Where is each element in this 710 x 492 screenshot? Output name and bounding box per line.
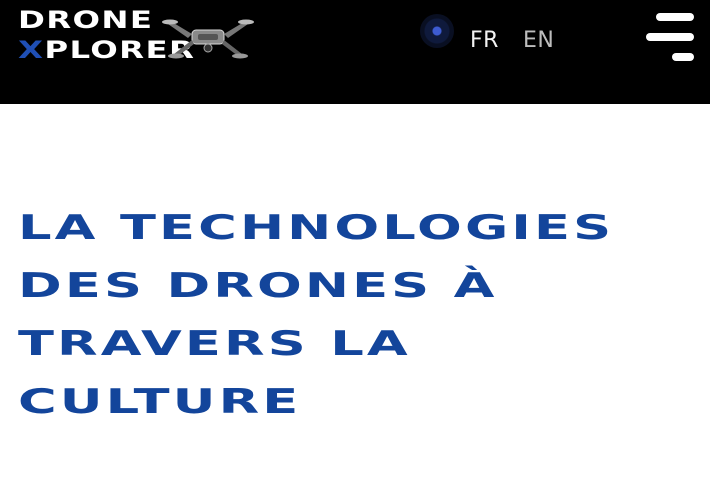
menu-bar-top bbox=[656, 13, 694, 21]
hamburger-menu-icon[interactable] bbox=[646, 13, 696, 61]
drone-xplorer-logo[interactable]: DRONE XPLORER bbox=[14, 6, 254, 70]
menu-bar-bottom bbox=[672, 53, 694, 61]
hero-title-line: TRAVERS LA bbox=[18, 324, 411, 364]
logo-text-line1: DRONE bbox=[18, 6, 154, 34]
hero-title-line: DES DRONES À bbox=[18, 266, 498, 306]
drone-icon bbox=[162, 19, 254, 59]
hero-title-line: CULTURE bbox=[18, 382, 302, 422]
language-en-link[interactable]: EN bbox=[523, 28, 554, 53]
language-fr-link[interactable]: FR bbox=[470, 28, 499, 53]
hero-title-line: LA TECHNOLOGIES bbox=[18, 208, 615, 248]
top-navbar: DRONE XPLORER FR EN bbox=[0, 0, 710, 104]
logo-x-letter: X bbox=[18, 36, 45, 64]
menu-bar-middle bbox=[646, 33, 694, 41]
dot-icon bbox=[420, 14, 454, 48]
